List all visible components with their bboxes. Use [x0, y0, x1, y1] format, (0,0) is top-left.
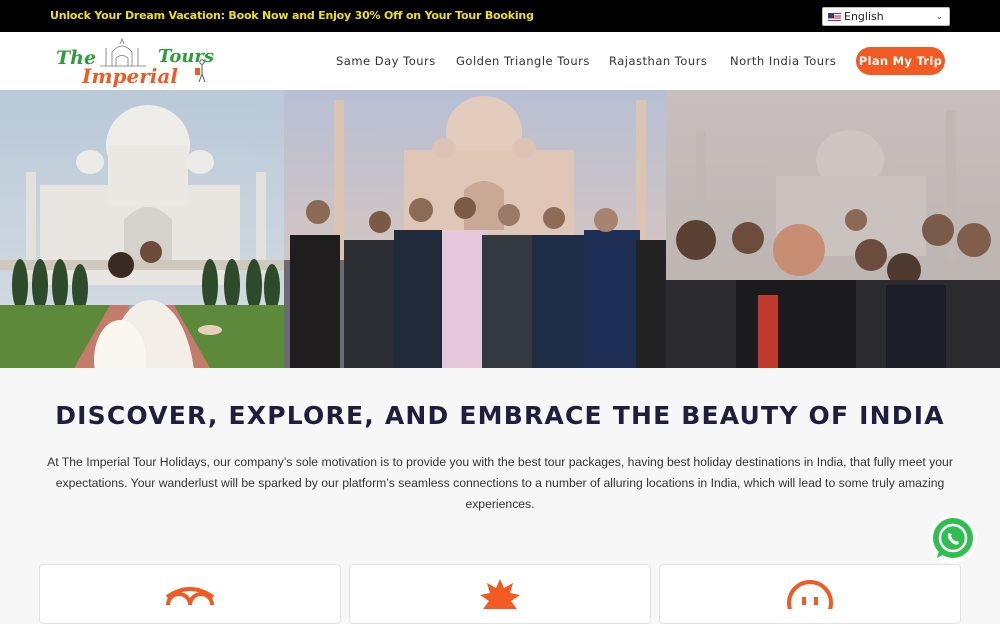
nav-rajasthan-tours[interactable]: Rajasthan Tours: [609, 54, 707, 68]
whatsapp-icon: [929, 515, 977, 563]
us-flag-icon: [828, 13, 841, 21]
feature-card[interactable]: [349, 564, 651, 624]
logo-text-imperial: Imperial: [81, 64, 178, 88]
hero-photo-selfie: [666, 90, 1000, 368]
site-logo[interactable]: The Imperial Tours: [54, 36, 214, 90]
nav-golden-triangle-tours[interactable]: Golden Triangle Tours: [456, 54, 590, 68]
promo-bar: Unlock Your Dream Vacation: Book Now and…: [0, 0, 1000, 32]
feature-card[interactable]: [659, 564, 961, 624]
tripadvisor-icon: [163, 575, 217, 618]
hero-photo-group: [284, 90, 666, 368]
whatsapp-button[interactable]: [928, 514, 978, 564]
site-header: The Imperial Tours Same Day Tours Golden…: [0, 32, 1000, 90]
badge-icon: [475, 575, 525, 614]
nav-north-india-tours[interactable]: North India Tours: [730, 54, 836, 68]
language-selected: English: [844, 10, 884, 23]
nav-same-day-tours[interactable]: Same Day Tours: [336, 54, 436, 68]
language-select[interactable]: English ⌄: [822, 7, 950, 26]
hero-photo-couple: [0, 90, 284, 368]
chevron-down-icon: ⌄: [935, 11, 943, 21]
plan-my-trip-button[interactable]: Plan My Trip: [856, 47, 945, 75]
page-headline: DISCOVER, EXPLORE, AND EMBRACE THE BEAUT…: [55, 401, 945, 430]
intro-paragraph: At The Imperial Tour Holidays, our compa…: [47, 455, 953, 511]
promo-text: Unlock Your Dream Vacation: Book Now and…: [50, 9, 534, 22]
logo-text-tours: Tours: [158, 46, 214, 67]
feature-card[interactable]: [39, 564, 341, 624]
smiley-icon: [785, 575, 835, 624]
